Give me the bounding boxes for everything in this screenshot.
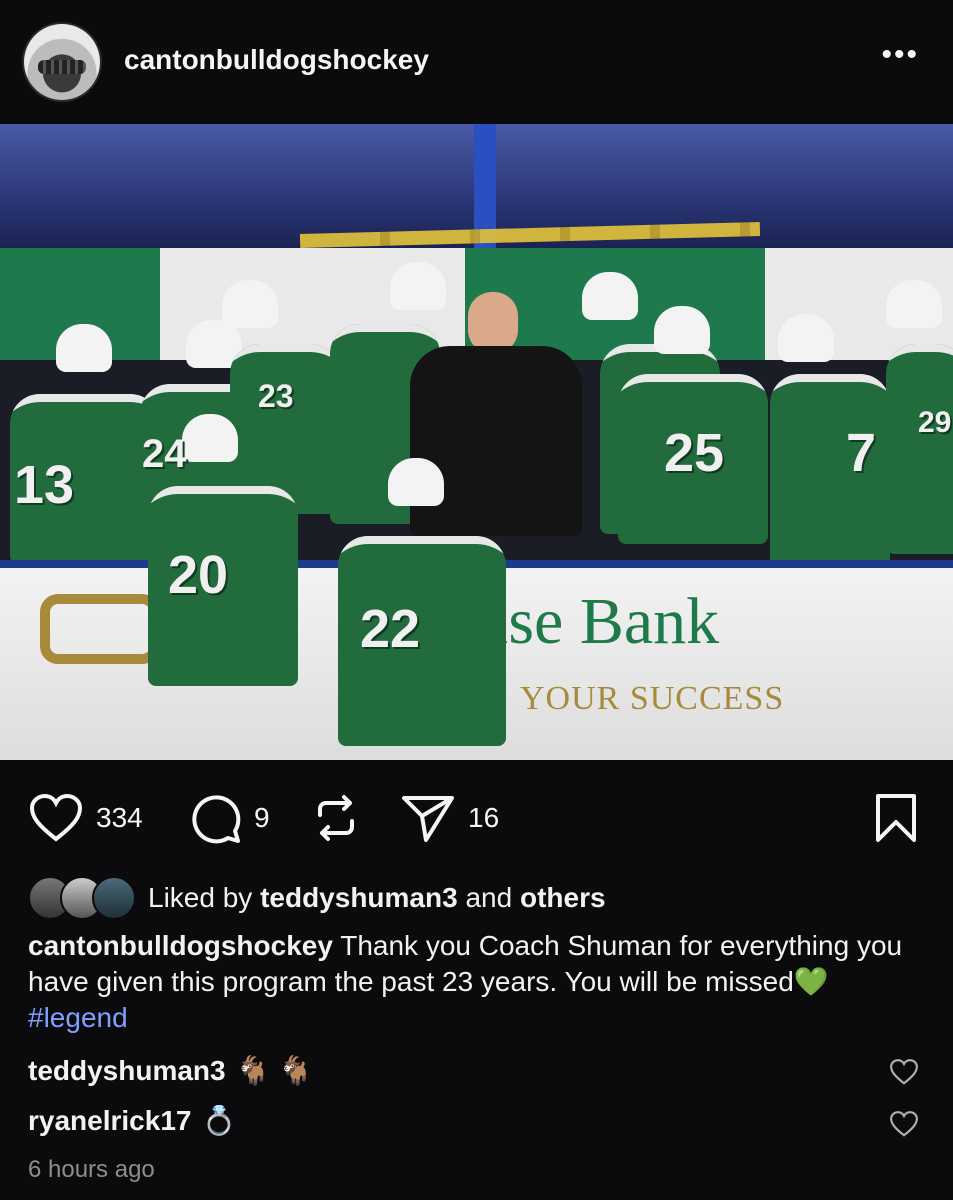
player-helmet [778,314,834,362]
liker-avatar[interactable] [92,876,136,920]
liked-by-others[interactable]: others [520,882,606,913]
comment-button[interactable]: 9 [188,790,270,846]
jersey-number: 13 [14,455,75,515]
jersey-number: 23 [258,378,294,414]
comment-row: ryanelrick17 💍 [28,1104,236,1137]
avatar-team-photo [38,60,86,74]
comment-like-heart-icon[interactable] [889,1110,919,1138]
player-helmet [390,262,446,310]
comment-text: 💍 [201,1105,237,1136]
profile-avatar[interactable] [24,24,100,100]
player-helmet [56,324,112,372]
player-helmet [582,272,638,320]
post-header: cantonbulldogshockey ••• [0,0,953,124]
shares-count[interactable]: 16 [468,802,499,834]
player-helmet [222,280,278,328]
jersey-number: 29 [918,406,952,439]
bank-ad-text: ise Bank [490,585,720,658]
jersey-number: 24 [142,432,187,476]
comment-username[interactable]: teddyshuman3 [28,1055,226,1087]
post-caption: cantonbulldogshockey Thank you Coach Shu… [28,928,928,1036]
repost-icon [318,795,354,841]
comment-text: 🐐 🐐 [235,1055,314,1086]
post-photo[interactable]: ise Bank YOUR SUCCESS 13 20 22 25 7 29 2… [0,124,953,760]
bookmark-icon [876,794,916,842]
liked-by-prefix: Liked by [148,882,253,913]
repost-button[interactable] [312,790,360,846]
player-helmet [654,306,710,354]
like-button[interactable]: 334 [28,790,143,846]
likes-count[interactable]: 334 [96,802,143,834]
liked-by-row: Liked by teddyshuman3 and others [28,876,606,920]
player [886,344,953,554]
liked-by-and: and [465,882,513,913]
more-options-icon[interactable]: ••• [881,40,919,70]
green-heart-emoji: 💚 [793,966,829,997]
coach-head [468,292,518,354]
jersey-number: 20 [168,545,229,605]
heart-icon [29,793,83,842]
comment-username[interactable]: ryanelrick17 [28,1105,191,1137]
jersey-number: 7 [846,423,877,483]
comment-icon [192,795,241,844]
jersey-number: 22 [360,599,421,659]
bank-ad-slogan: YOUR SUCCESS [520,680,785,717]
send-icon [402,796,454,842]
caption-username[interactable]: cantonbulldogshockey [28,930,333,961]
comments-count[interactable]: 9 [254,802,270,834]
bank-logo [40,594,160,664]
action-bar: 334 9 16 [0,790,953,850]
player-helmet [182,414,238,462]
comment-like-heart-icon[interactable] [889,1058,919,1086]
liked-by-user[interactable]: teddyshuman3 [260,882,458,913]
post-timestamp: 6 hours ago [28,1156,155,1183]
share-button[interactable]: 16 [400,790,499,846]
jersey-number: 25 [664,423,725,483]
caption-hashtag[interactable]: #legend [28,1002,128,1033]
comment-row: teddyshuman3 🐐 🐐 [28,1054,313,1087]
coach-body [410,346,582,536]
liked-by-text[interactable]: Liked by teddyshuman3 and others [148,882,606,914]
save-button[interactable] [874,790,918,846]
player-helmet [388,458,444,506]
post-username[interactable]: cantonbulldogshockey [124,44,429,76]
player-helmet [886,280,942,328]
